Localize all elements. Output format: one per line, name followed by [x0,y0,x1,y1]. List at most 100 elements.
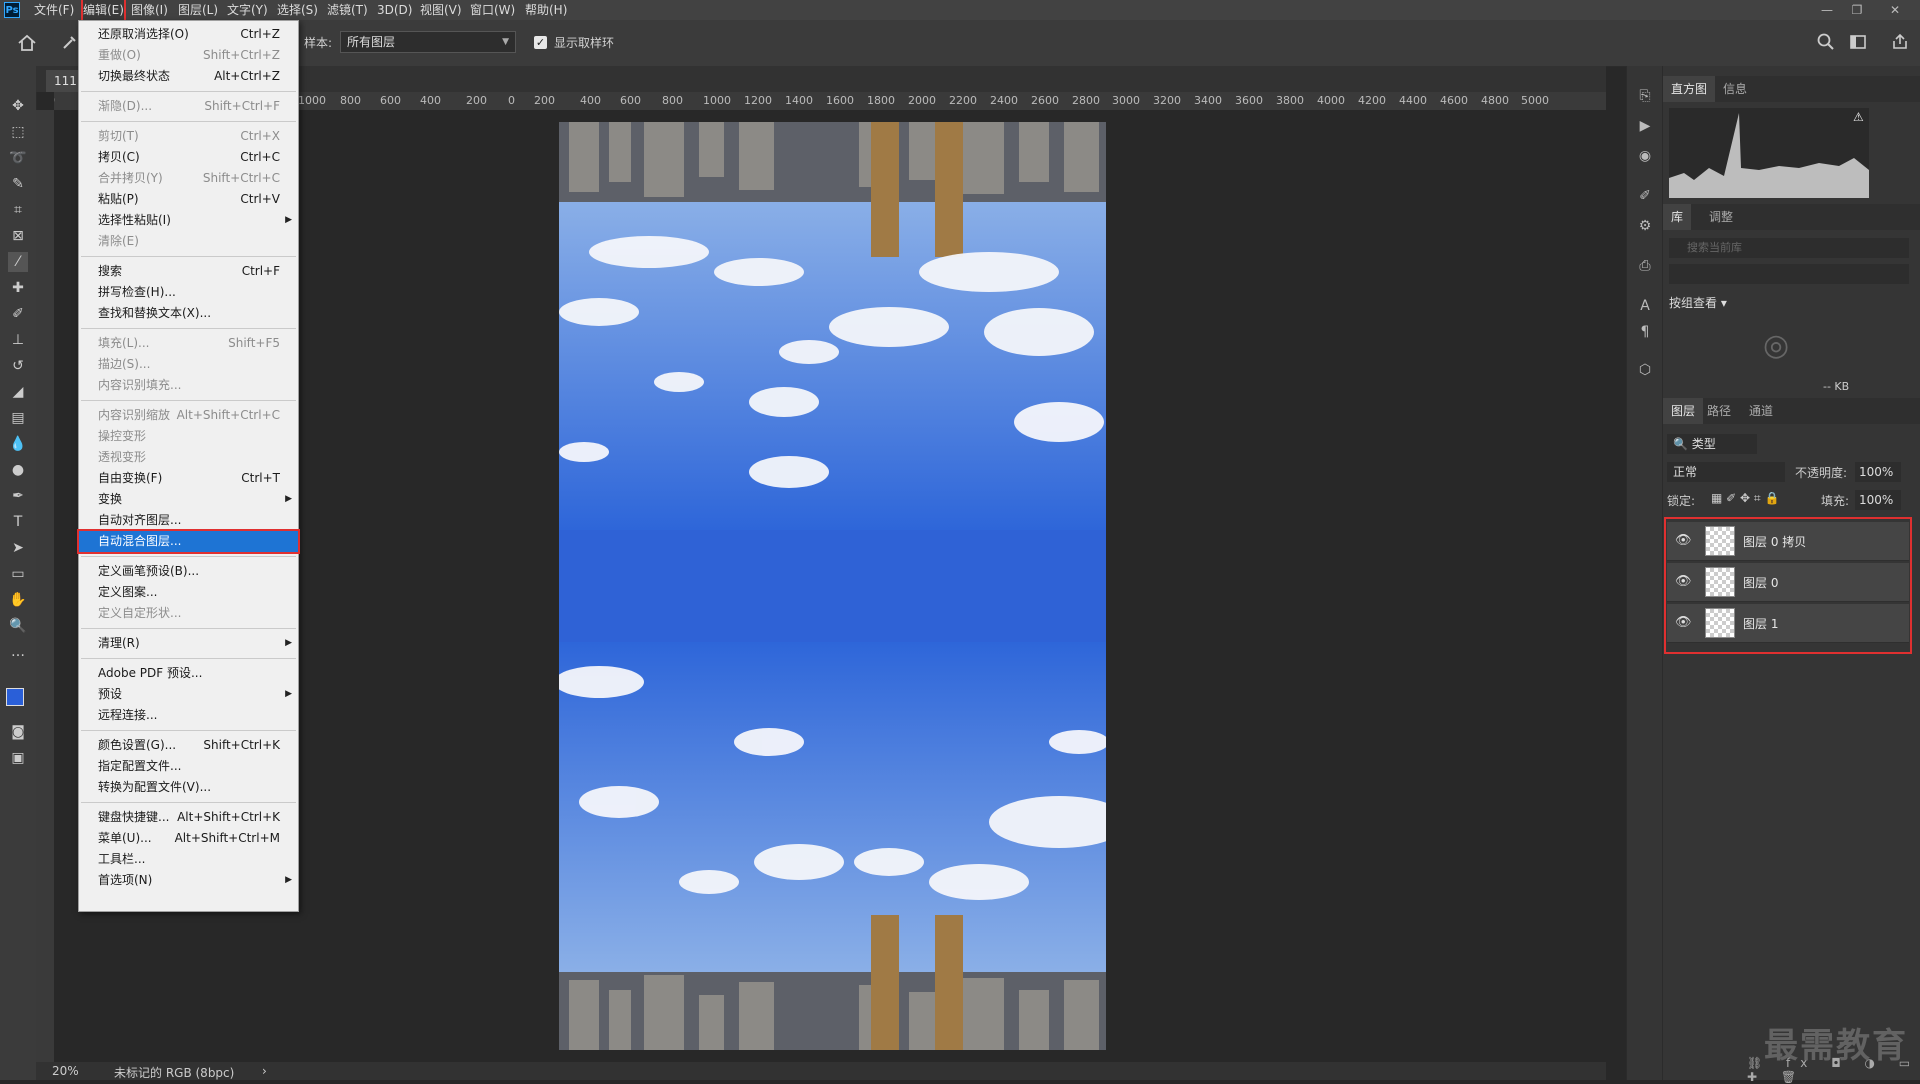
menu-select[interactable]: 选择(S) [277,0,318,20]
tab-library[interactable]: 库 [1663,204,1692,230]
blur-tool-icon[interactable]: 💧 [8,434,28,454]
brush-settings-icon[interactable]: ✐ [1635,186,1655,206]
eyedropper-tool-icon[interactable]: ⁄ [8,252,28,272]
menu-item[interactable]: 变换 ▶ [79,489,298,510]
menu-item[interactable]: 查找和替换文本(X)... [79,303,298,324]
menu-item[interactable]: 工具栏... [79,849,298,870]
history-icon[interactable]: ⎘ [1635,86,1655,106]
type-tool-icon[interactable]: T [8,512,28,532]
character-icon[interactable]: A [1635,296,1655,316]
pen-tool-icon[interactable]: ✒ [8,486,28,506]
menu-item[interactable]: 键盘快捷键... Alt+Shift+Ctrl+K [79,807,298,828]
menu-item[interactable]: 自由变换(F) Ctrl+T [79,468,298,489]
menu-item[interactable]: 自动混合图层... [77,529,300,554]
eraser-tool-icon[interactable]: ◢ [8,382,28,402]
crop-tool-icon[interactable]: ⌗ [8,200,28,220]
show-ring-checkbox[interactable]: ✓ [534,36,547,49]
opacity-input[interactable]: 100% [1855,462,1901,482]
menu-3d[interactable]: 3D(D) [377,0,412,20]
restore-button[interactable]: ❐ [1842,0,1872,20]
search-icon[interactable] [1816,32,1836,52]
ruler-tick-label: 2200 [949,94,977,107]
frame-tool-icon[interactable]: ⊠ [8,226,28,246]
lock-pixels-icon[interactable]: ▦ ✐ ✥ ⌗ 🔒 [1711,491,1779,506]
menu-window[interactable]: 窗口(W) [470,0,515,20]
healing-brush-icon[interactable]: ✚ [8,278,28,298]
menu-file[interactable]: 文件(F) [34,0,74,20]
menu-item[interactable]: 定义画笔预设(B)... [79,561,298,582]
menu-item[interactable]: 定义图案... [79,582,298,603]
menu-item[interactable]: 颜色设置(G)... Shift+Ctrl+K [79,735,298,756]
lasso-tool-icon[interactable]: ➰ [8,148,28,168]
zoom-tool-icon[interactable]: 🔍 [8,616,28,636]
tab-info[interactable]: 信息 [1715,76,1755,102]
menu-view[interactable]: 视图(V) [420,0,462,20]
menu-item[interactable]: 搜索 Ctrl+F [79,261,298,282]
library-select[interactable] [1669,264,1909,284]
tab-adjustments[interactable]: 调整 [1701,204,1741,230]
menu-item[interactable]: 远程连接... [79,705,298,726]
fill-input[interactable]: 100% [1855,490,1901,510]
share-icon[interactable] [1890,32,1910,52]
menu-item[interactable]: 菜单(U)... Alt+Shift+Ctrl+M [79,828,298,849]
minimize-button[interactable]: — [1812,0,1842,20]
chevron-right-icon[interactable]: › [262,1064,267,1078]
sample-select[interactable]: 所有图层 ▼ [340,31,516,53]
home-icon[interactable] [16,32,38,54]
menu-layer[interactable]: 图层(L) [178,0,218,20]
menu-item[interactable]: 首选项(N) ▶ [79,870,298,891]
menu-item[interactable]: 还原取消选择(O) Ctrl+Z [79,24,298,45]
menu-image[interactable]: 图像(I) [131,0,168,20]
history-brush-icon[interactable]: ↺ [8,356,28,376]
warning-icon[interactable]: ⚠ [1853,110,1864,124]
marquee-tool-icon[interactable]: ⬚ [8,122,28,142]
document-image[interactable] [559,122,1106,1050]
menu-help[interactable]: 帮助(H) [525,0,567,20]
rectangle-tool-icon[interactable]: ▭ [8,564,28,584]
menu-item[interactable]: 拷贝(C) Ctrl+C [79,147,298,168]
move-tool-icon[interactable]: ✥ [8,96,28,116]
foreground-color-swatch[interactable] [6,688,24,706]
menu-item[interactable]: 指定配置文件... [79,756,298,777]
library-view-toggle[interactable]: 按组查看 ▾ [1669,294,1727,311]
menu-type[interactable]: 文字(Y) [227,0,268,20]
close-button[interactable]: ✕ [1880,0,1910,20]
tab-histogram[interactable]: 直方图 [1663,76,1716,102]
layer-filter-select[interactable]: 🔍 类型 [1667,434,1757,454]
tab-channels[interactable]: 通道 [1741,398,1781,424]
more-tools-icon[interactable]: … [8,642,28,662]
menu-edit[interactable]: 编辑(E) [81,0,126,22]
menu-item[interactable]: 粘贴(P) Ctrl+V [79,189,298,210]
menu-item[interactable]: 转换为配置文件(V)... [79,777,298,798]
menu-item[interactable]: 拼写检查(H)... [79,282,298,303]
menu-item[interactable]: 清理(R) ▶ [79,633,298,654]
blend-mode-select[interactable]: 正常 [1667,462,1785,482]
play-icon[interactable]: ▶ [1635,116,1655,136]
path-select-icon[interactable]: ➤ [8,538,28,558]
workspace-icon[interactable] [1848,32,1868,52]
dodge-tool-icon[interactable]: ● [8,460,28,480]
3d-cube-icon[interactable]: ⬡ [1635,360,1655,380]
tab-paths[interactable]: 路径 [1699,398,1739,424]
brush-tool-icon[interactable]: ✐ [8,304,28,324]
gradient-tool-icon[interactable]: ▤ [8,408,28,428]
tab-layers[interactable]: 图层 [1663,398,1704,424]
menu-item[interactable]: 选择性粘贴(I) ▶ [79,210,298,231]
hand-tool-icon[interactable]: ✋ [8,590,28,610]
quick-select-tool-icon[interactable]: ✎ [8,174,28,194]
menu-item[interactable]: 预设 ▶ [79,684,298,705]
eyedropper-tool-icon[interactable] [60,32,80,52]
clone-source-icon[interactable]: ⎙ [1635,256,1655,276]
library-search-input[interactable]: 搜索当前库 [1669,238,1909,258]
screen-mode-icon[interactable]: ▣ [8,748,28,768]
menu-item[interactable]: 自动对齐图层... [79,510,298,531]
adjust-icon[interactable]: ⚙ [1635,216,1655,236]
zoom-level[interactable]: 20% [52,1064,79,1078]
camera-icon[interactable]: ◉ [1635,146,1655,166]
quick-mask-icon[interactable]: ◙ [8,722,28,742]
paragraph-icon[interactable]: ¶ [1635,322,1655,342]
menu-filter[interactable]: 滤镜(T) [327,0,368,20]
stamp-tool-icon[interactable]: ⊥ [8,330,28,350]
menu-item[interactable]: 切换最终状态 Alt+Ctrl+Z [79,66,298,87]
menu-item[interactable]: Adobe PDF 预设... [79,663,298,684]
